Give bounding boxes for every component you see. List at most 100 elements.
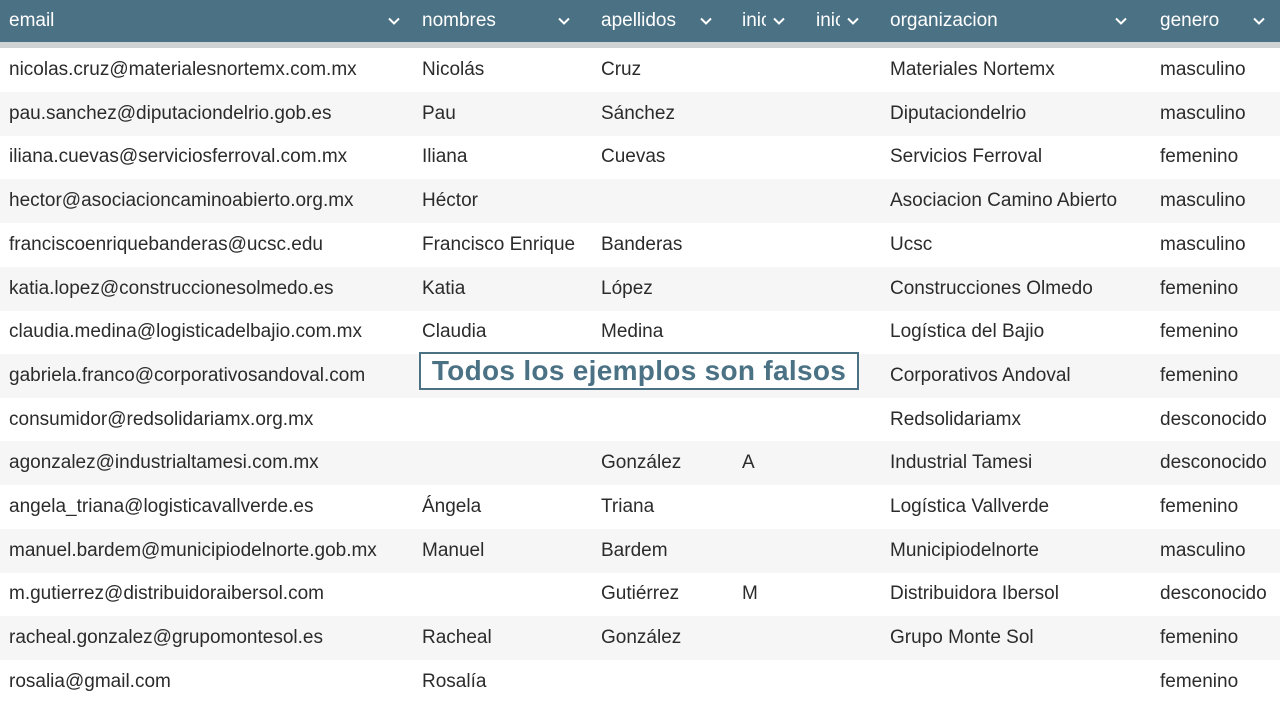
- cell-genero: masculino: [1160, 59, 1246, 80]
- table-row[interactable]: agonzalez@industrialtamesi.com.mx Gonzále…: [0, 441, 1280, 486]
- cell-email: pau.sanchez@diputaciondelrio.gob.es: [9, 102, 332, 124]
- cell-apellidos: Sánchez: [601, 102, 675, 124]
- cell-nombres: Iliana: [422, 146, 468, 168]
- cell-organizacion: Distribuidora Ibersol: [890, 583, 1059, 605]
- cell-inicial-2: [816, 441, 876, 485]
- column-header-inicial-1[interactable]: inic: [742, 0, 794, 42]
- cell-apellidos: Banderas: [601, 233, 683, 255]
- table-row[interactable]: manuel.bardem@municipiodelnorte.gob.mx Ma…: [0, 528, 1280, 573]
- cell-email: m.gutierrez@distribuidoraibersol.com: [9, 583, 324, 605]
- cell-genero: desconocido: [1160, 583, 1267, 605]
- chevron-down-icon[interactable]: [385, 12, 403, 30]
- cell-inicial-1: [742, 48, 808, 92]
- cell-genero: femenino: [1160, 364, 1239, 386]
- cell-email: racheal.gonzalez@grupomontesol.es: [9, 627, 323, 649]
- table-row[interactable]: claudia.medina@logisticadelbajio.com.mx C…: [0, 310, 1280, 354]
- cell-email: gabriela.franco@corporativosandoval.com: [9, 364, 366, 386]
- chevron-down-icon[interactable]: [697, 12, 715, 30]
- cell-organizacion: Industrial Tamesi: [890, 452, 1033, 474]
- cell-inicial-2: [816, 179, 876, 223]
- cell-organizacion: Construcciones Olmedo: [890, 277, 1093, 299]
- table-row[interactable]: angela_triana@logisticavallverde.es Ángel…: [0, 485, 1280, 529]
- cell-email: consumidor@redsolidariamx.org.mx: [9, 408, 314, 430]
- cell-apellidos: Gutiérrez: [601, 583, 680, 605]
- cell-inicial-1: A: [742, 452, 755, 474]
- cell-email: rosalia@gmail.com: [9, 670, 171, 692]
- cell-nombres: [422, 398, 592, 442]
- table-row[interactable]: nicolas.cruz@materialesnortemx.com.mx Nic…: [0, 48, 1280, 92]
- cell-email: claudia.medina@logisticadelbajio.com.mx: [9, 321, 363, 343]
- table-row[interactable]: hector@asociacioncaminoabierto.org.mx Héc…: [0, 179, 1280, 224]
- table-row[interactable]: racheal.gonzalez@grupomontesol.es Racheal…: [0, 616, 1280, 661]
- cell-apellidos: Triana: [601, 496, 655, 517]
- cell-apellidos: López: [601, 277, 653, 299]
- cell-genero: femenino: [1160, 627, 1239, 649]
- cell-inicial-2: [816, 616, 876, 660]
- cell-inicial-1: [742, 135, 808, 179]
- column-header-label: inic: [816, 10, 840, 31]
- cell-apellidos: Cuevas: [601, 146, 666, 168]
- cell-inicial-2: [816, 48, 876, 92]
- cell-genero: desconocido: [1160, 452, 1267, 474]
- column-header-label: apellidos: [601, 10, 676, 31]
- cell-nombres: Claudia: [422, 321, 487, 343]
- cell-organizacion: [890, 660, 1150, 704]
- chevron-down-icon[interactable]: [555, 12, 573, 30]
- cell-email: franciscoenriquebanderas@ucsc.edu: [9, 233, 323, 255]
- cell-nombres: Ángela: [422, 496, 482, 517]
- cell-genero: desconocido: [1160, 408, 1267, 430]
- cell-organizacion: Logística del Bajio: [890, 321, 1045, 343]
- cell-inicial-2: [816, 267, 876, 311]
- cell-inicial-1: M: [742, 583, 758, 605]
- cell-inicial-2: [816, 92, 876, 136]
- column-header-email[interactable]: email: [9, 0, 409, 42]
- cell-email: katia.lopez@construccionesolmedo.es: [9, 277, 334, 299]
- cell-inicial-1: [742, 660, 808, 704]
- chevron-down-icon[interactable]: [844, 12, 862, 30]
- column-header-label: inic: [742, 10, 766, 31]
- table-row[interactable]: rosalia@gmail.com Rosalía femenino: [0, 660, 1280, 704]
- column-header-label: organizacion: [890, 10, 998, 31]
- chevron-down-icon[interactable]: [1250, 12, 1268, 30]
- cell-inicial-1: [742, 529, 808, 573]
- cell-nombres: [422, 572, 592, 616]
- cell-inicial-1: [742, 223, 808, 267]
- cell-genero: femenino: [1160, 321, 1239, 343]
- cell-inicial-2: [816, 572, 876, 616]
- column-header-inicial-2[interactable]: inic: [816, 0, 868, 42]
- chevron-down-icon[interactable]: [1112, 12, 1130, 30]
- cell-organizacion: Grupo Monte Sol: [890, 627, 1034, 649]
- table-row[interactable]: franciscoenriquebanderas@ucsc.edu Francis…: [0, 223, 1280, 267]
- table-row[interactable]: m.gutierrez@distribuidoraibersol.com Guti…: [0, 572, 1280, 616]
- column-header-genero[interactable]: genero: [1160, 0, 1274, 42]
- cell-nombres: Manuel: [422, 539, 485, 561]
- cell-genero: femenino: [1160, 146, 1239, 168]
- cell-inicial-2: [816, 223, 876, 267]
- cell-nombres: Pau: [422, 102, 456, 124]
- cell-organizacion: Materiales Nortemx: [890, 59, 1055, 80]
- cell-inicial-1: [742, 267, 808, 311]
- table-row[interactable]: katia.lopez@construccionesolmedo.es Katia…: [0, 266, 1280, 311]
- column-header-nombres[interactable]: nombres: [422, 0, 579, 42]
- cell-nombres: Héctor: [422, 190, 478, 212]
- cell-genero: femenino: [1160, 496, 1239, 517]
- table-header: email nombres apellidos inic inic organi…: [0, 0, 1280, 42]
- cell-apellidos: Bardem: [601, 539, 668, 561]
- chevron-down-icon[interactable]: [770, 12, 788, 30]
- cell-email: iliana.cuevas@serviciosferroval.com.mx: [9, 146, 348, 168]
- cell-genero: femenino: [1160, 277, 1239, 299]
- table-row[interactable]: pau.sanchez@diputaciondelrio.gob.es Pau Sá…: [0, 91, 1280, 136]
- cell-organizacion: Servicios Ferroval: [890, 146, 1043, 168]
- table-row[interactable]: consumidor@redsolidariamx.org.mx Redsolid…: [0, 398, 1280, 442]
- cell-inicial-2: [816, 398, 876, 442]
- cell-genero: femenino: [1160, 670, 1239, 692]
- watermark-banner: Todos los ejemplos son falsos: [419, 352, 859, 390]
- column-header-apellidos[interactable]: apellidos: [601, 0, 721, 42]
- cell-genero: masculino: [1160, 233, 1246, 255]
- cell-inicial-1: [742, 616, 808, 660]
- cell-inicial-1: [742, 310, 808, 354]
- cell-genero: masculino: [1160, 539, 1246, 561]
- cell-email: agonzalez@industrialtamesi.com.mx: [9, 452, 319, 474]
- column-header-organizacion[interactable]: organizacion: [890, 0, 1136, 42]
- table-row[interactable]: iliana.cuevas@serviciosferroval.com.mx Il…: [0, 135, 1280, 179]
